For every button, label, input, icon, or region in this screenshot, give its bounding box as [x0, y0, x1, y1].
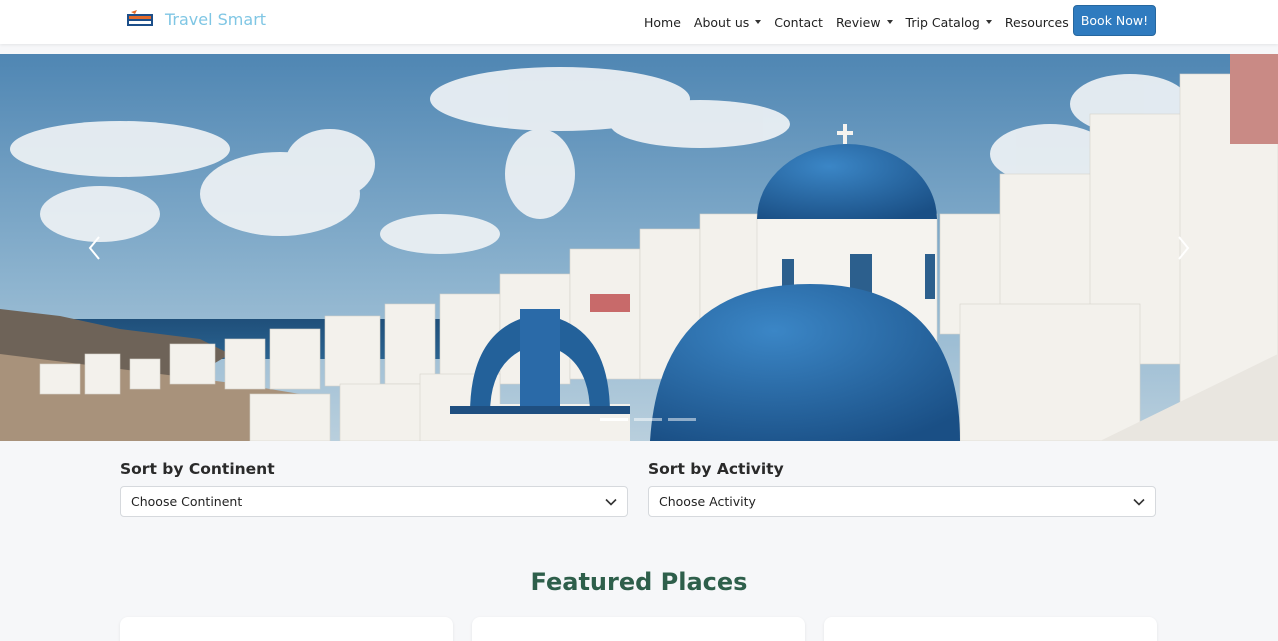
nav-review[interactable]: Review	[836, 15, 893, 30]
main-nav: Home About us Contact Review Trip Catalo…	[644, 0, 1094, 44]
nav-resources-label: Resources	[1004, 14, 1069, 30]
book-now-button[interactable]: Book Now!	[1073, 5, 1156, 36]
continent-filter: Sort by Continent Choose Continent	[120, 460, 628, 517]
hero-carousel	[0, 54, 1278, 441]
nav-about-us[interactable]: About us	[693, 14, 762, 30]
caret-down-icon	[985, 20, 992, 24]
brand-name: Travel Smart	[165, 9, 267, 29]
carousel-indicator[interactable]	[634, 418, 662, 421]
nav-trip-catalog-label: Trip Catalog	[905, 14, 980, 30]
featured-card[interactable]	[824, 617, 1157, 641]
carousel-indicators	[600, 418, 696, 421]
activity-select[interactable]: Choose Activity	[648, 486, 1156, 517]
carousel-indicator[interactable]	[668, 418, 696, 421]
nav-trip-catalog[interactable]: Trip Catalog	[906, 15, 992, 30]
nav-home-label: Home	[644, 14, 681, 30]
travel-smart-logo	[125, 8, 155, 30]
nav-about-us-label: About us	[693, 14, 750, 30]
activity-select-value: Choose Activity	[659, 494, 756, 509]
nav-contact[interactable]: Contact	[774, 15, 823, 30]
caret-down-icon	[886, 20, 893, 24]
chevron-right-icon	[1178, 236, 1190, 260]
chevron-left-icon	[88, 236, 100, 260]
brand[interactable]: Travel Smart	[125, 8, 266, 30]
carousel-prev-button[interactable]	[84, 234, 106, 262]
navbar: Travel Smart Home About us Contact Revie…	[0, 0, 1278, 44]
nav-home[interactable]: Home	[644, 15, 681, 30]
featured-card[interactable]	[120, 617, 453, 641]
nav-review-label: Review	[835, 14, 881, 30]
caret-down-icon	[755, 20, 762, 24]
activity-filter-label: Sort by Activity	[648, 460, 784, 478]
chevron-down-icon	[605, 498, 617, 506]
carousel-next-button[interactable]	[1172, 234, 1194, 262]
continent-select-value: Choose Continent	[131, 494, 243, 509]
nav-contact-label: Contact	[774, 14, 823, 30]
chevron-down-icon	[1133, 498, 1145, 506]
nav-resources[interactable]: Resources	[1005, 15, 1081, 30]
featured-card[interactable]	[472, 617, 805, 641]
activity-filter: Sort by Activity Choose Activity	[648, 460, 1156, 517]
continent-select[interactable]: Choose Continent	[120, 486, 628, 517]
featured-places-title: Featured Places	[530, 568, 748, 596]
hero-image	[0, 54, 1278, 441]
carousel-indicator[interactable]	[600, 418, 628, 421]
continent-filter-label: Sort by Continent	[120, 460, 275, 478]
